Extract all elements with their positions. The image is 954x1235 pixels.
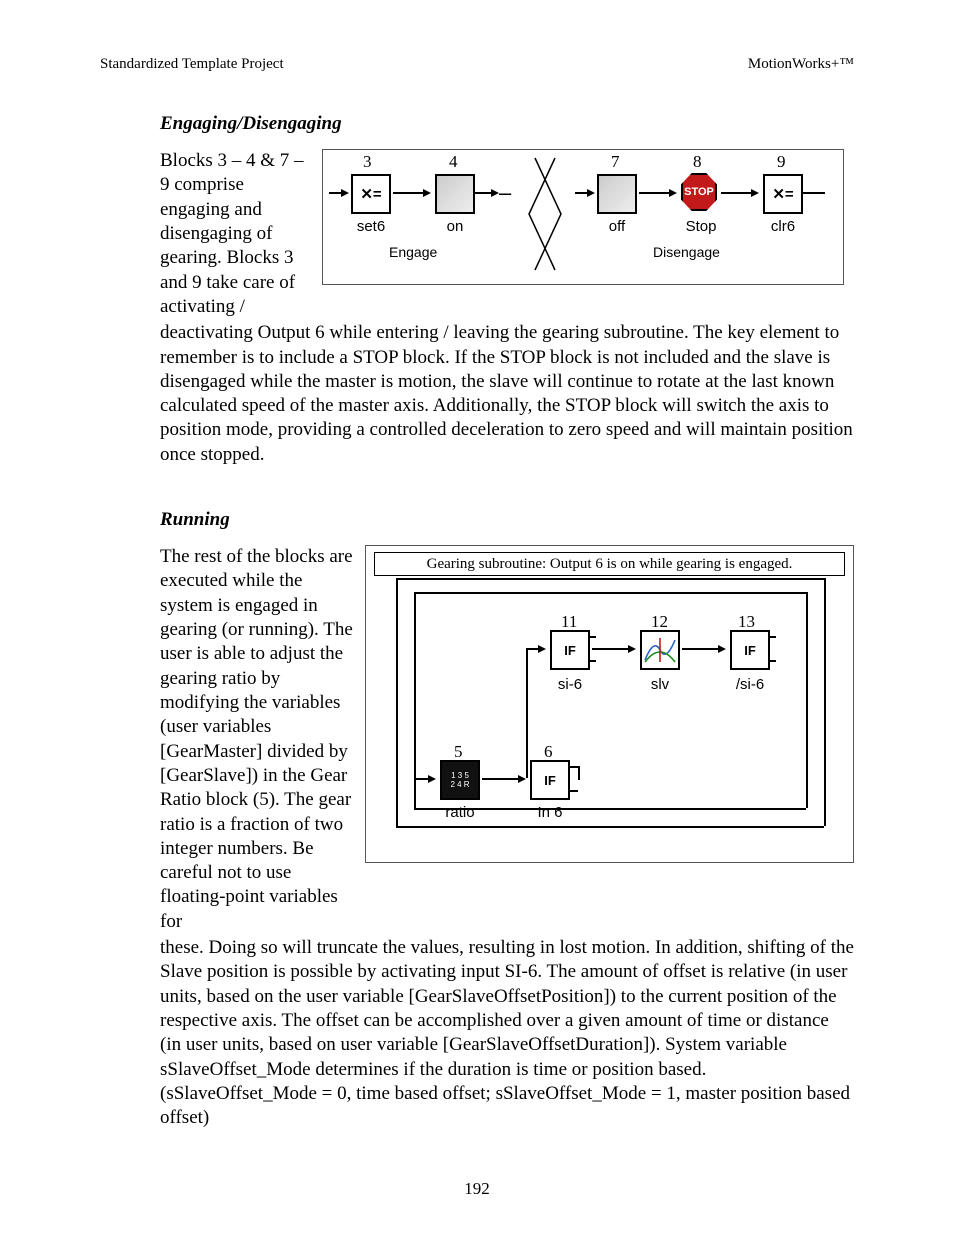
block-if-nsi6: IF — [730, 630, 770, 670]
cap-stop: Stop — [671, 218, 731, 235]
offset-curve-icon — [642, 632, 678, 668]
block-num-13: 13 — [738, 612, 755, 632]
line — [803, 192, 825, 194]
line — [768, 660, 776, 662]
cap-clr6: clr6 — [753, 218, 813, 235]
block-if-si6: IF — [550, 630, 590, 670]
line — [568, 766, 578, 768]
figure-running: Gearing subroutine: Output 6 is on while… — [365, 545, 854, 863]
block-num-3: 3 — [363, 152, 372, 172]
block-gear-off — [597, 174, 637, 214]
row-running: The rest of the blocks are executed whil… — [160, 545, 854, 934]
line — [768, 636, 776, 638]
line — [578, 766, 580, 780]
line — [396, 826, 824, 828]
block-stop: STOP — [681, 174, 717, 210]
arrow-icon — [475, 192, 497, 194]
stop-icon: STOP — [681, 173, 717, 211]
block-ratio: 1 3 52 4 R — [440, 760, 480, 800]
line — [396, 578, 398, 826]
cap-nsi6: /si-6 — [720, 676, 780, 693]
arrow-icon — [639, 192, 675, 194]
cap-si6: si-6 — [540, 676, 600, 693]
line — [526, 648, 528, 778]
block-num-11: 11 — [561, 612, 577, 632]
arrow-icon — [526, 648, 544, 650]
header-left: Standardized Template Project — [100, 56, 284, 73]
line — [568, 790, 578, 792]
header-right: MotionWorks+™ — [748, 56, 854, 73]
cap-slv: slv — [630, 676, 690, 693]
arrow-icon — [592, 648, 634, 650]
row-engaging: Blocks 3 – 4 & 7 – 9 comprise engaging a… — [160, 149, 854, 319]
figure-engage-disengage: 3 4 7 8 9 ✕= – STOP ✕= set6 on — [322, 149, 844, 285]
block-slv — [640, 630, 680, 670]
dash-icon: – — [499, 180, 511, 206]
body-engaging: deactivating Output 6 while entering / l… — [160, 321, 854, 467]
page-header: Standardized Template Project MotionWork… — [100, 56, 854, 73]
cap-set6: set6 — [341, 218, 401, 235]
arrow-icon — [414, 778, 434, 780]
group-engage: Engage — [389, 244, 437, 260]
block-num-12: 12 — [651, 612, 668, 632]
line — [396, 578, 824, 580]
heading-engaging: Engaging/Disengaging — [160, 113, 854, 135]
arrow-icon — [329, 192, 347, 194]
arrow-icon — [393, 192, 429, 194]
cap-off: off — [587, 218, 647, 235]
side-text-engaging: Blocks 3 – 4 & 7 – 9 comprise engaging a… — [160, 149, 310, 319]
heading-running: Running — [160, 509, 854, 531]
block-num-4: 4 — [449, 152, 458, 172]
arrow-icon — [682, 648, 724, 650]
line — [588, 660, 596, 662]
fig2-title: Gearing subroutine: Output 6 is on while… — [374, 552, 845, 576]
block-clr6: ✕= — [763, 174, 803, 214]
cap-on: on — [425, 218, 485, 235]
block-num-8: 8 — [693, 152, 702, 172]
line — [414, 592, 416, 808]
block-if-in6: IF — [530, 760, 570, 800]
group-disengage: Disengage — [653, 244, 720, 260]
arrow-icon — [721, 192, 757, 194]
line — [588, 636, 596, 638]
arrow-icon — [482, 778, 524, 780]
block-gear-on — [435, 174, 475, 214]
side-text-running: The rest of the blocks are executed whil… — [160, 545, 353, 934]
page: Standardized Template Project MotionWork… — [0, 0, 954, 1235]
arrow-icon — [575, 192, 593, 194]
cap-in6: In 6 — [520, 804, 580, 821]
block-num-5: 5 — [454, 742, 463, 762]
body-running: these. Doing so will truncate the values… — [160, 936, 854, 1131]
block-num-9: 9 — [777, 152, 786, 172]
divider-icon — [519, 154, 571, 274]
block-num-7: 7 — [611, 152, 620, 172]
block-num-6: 6 — [544, 742, 553, 762]
cap-ratio: ratio — [430, 804, 490, 821]
line — [824, 578, 826, 826]
block-set6: ✕= — [351, 174, 391, 214]
page-number: 192 — [0, 1179, 954, 1199]
line — [806, 592, 808, 808]
line — [414, 592, 806, 594]
